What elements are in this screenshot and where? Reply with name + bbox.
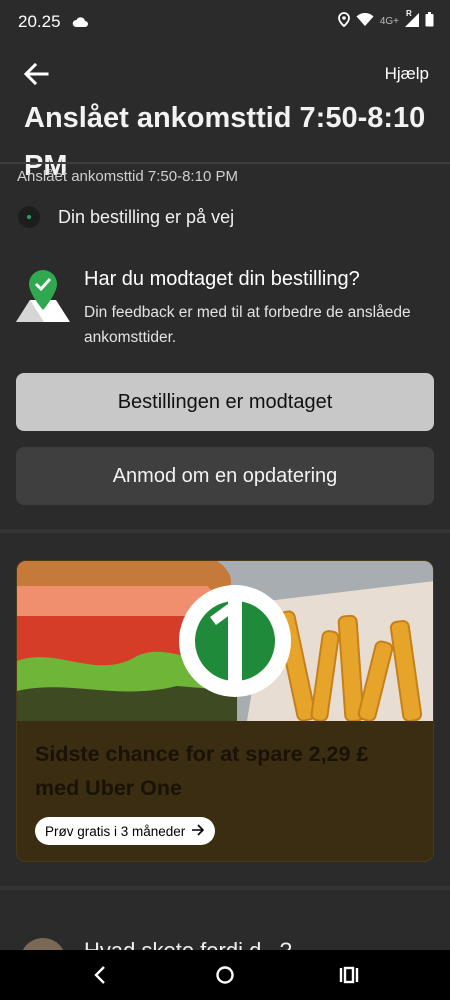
uber-one-promo-card[interactable]: Sidste chance for at spare 2,29 £ med Ub… bbox=[16, 560, 434, 862]
feedback-description: Din feedback er med til at forbedre de a… bbox=[84, 304, 411, 346]
order-status-row: Din bestilling er på vej bbox=[18, 204, 234, 230]
help-link[interactable]: Hjælp bbox=[385, 64, 429, 84]
roaming-indicator: R bbox=[406, 8, 412, 18]
status-time: 20.25 bbox=[18, 12, 61, 31]
map-pin-check-icon bbox=[16, 266, 70, 322]
promo-cta-label: Prøv gratis i 3 måneder bbox=[45, 823, 186, 839]
status-dot-icon bbox=[18, 206, 40, 228]
promo-food-image bbox=[17, 561, 433, 723]
location-icon bbox=[337, 12, 350, 30]
top-bar: Hjælp bbox=[0, 50, 450, 96]
section-divider bbox=[0, 886, 450, 890]
system-nav-bar bbox=[0, 950, 450, 1000]
arrow-right-icon bbox=[191, 823, 205, 839]
eta-subheading: Anslået ankomsttid 7:50-8:10 PM bbox=[17, 168, 238, 185]
feedback-title: Har du modtaget din bestilling? bbox=[84, 268, 360, 290]
signal-icon: R bbox=[405, 9, 419, 30]
back-button[interactable] bbox=[20, 58, 52, 90]
divider bbox=[0, 162, 450, 164]
battery-icon bbox=[425, 12, 434, 30]
nav-recents-icon[interactable] bbox=[336, 962, 362, 988]
nav-back-icon[interactable] bbox=[88, 962, 114, 988]
order-received-button[interactable]: Bestillingen er modtaget bbox=[16, 373, 434, 431]
network-type: 4G+ bbox=[379, 15, 399, 27]
wifi-icon bbox=[356, 12, 374, 30]
cloud-icon bbox=[72, 14, 88, 32]
status-bar: 20.25 4G+ R bbox=[0, 0, 450, 44]
promo-title: Sidste chance for at spare 2,29 £ med Ub… bbox=[35, 742, 369, 800]
nav-home-icon[interactable] bbox=[212, 962, 238, 988]
request-update-button[interactable]: Anmod om en opdatering bbox=[16, 447, 434, 505]
order-status-text: Din bestilling er på vej bbox=[58, 206, 235, 227]
arrow-left-icon bbox=[20, 62, 52, 94]
promo-trial-button[interactable]: Prøv gratis i 3 måneder bbox=[35, 817, 216, 845]
section-divider bbox=[0, 529, 450, 533]
status-icons: 4G+ R bbox=[337, 9, 434, 30]
